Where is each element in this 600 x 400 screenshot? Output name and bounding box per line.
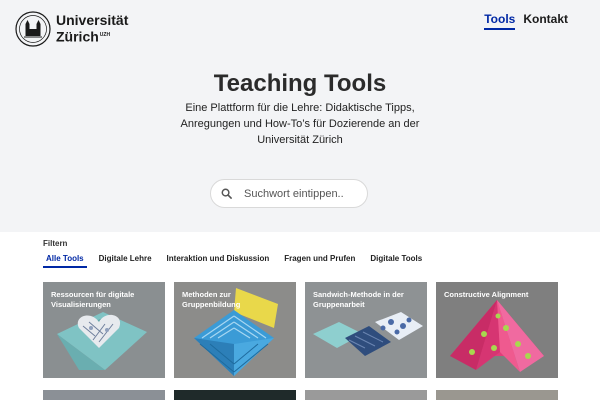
page-subtitle: Eine Plattform für die Lehre: Didaktisch…	[180, 102, 420, 146]
logo-superscript: UZH	[99, 32, 111, 39]
tool-card-constructive-alignment[interactable]: Constructive Alignment	[436, 282, 558, 378]
nav-kontakt[interactable]: Kontakt	[523, 12, 568, 30]
tool-card-row2-2[interactable]	[174, 390, 296, 400]
logo-wordmark: Universität ZürichUZH	[56, 13, 128, 45]
filter-digitale-lehre[interactable]: Digitale Lehre	[96, 254, 155, 268]
search-input[interactable]	[244, 187, 364, 200]
tool-cards-grid: Ressourcen für digitale Visualisierungen…	[43, 282, 558, 400]
card-title: Constructive Alignment	[444, 290, 529, 299]
nav-tools[interactable]: Tools	[484, 12, 516, 30]
uzh-seal-icon	[15, 11, 51, 47]
filter-tabs: Alle Tools Digitale Lehre Interaktion un…	[43, 254, 434, 268]
tool-card-visualisierungen[interactable]: Ressourcen für digitale Visualisierungen	[43, 282, 165, 378]
tool-card-sandwich-methode[interactable]: Sandwich-Methode in der Gruppenarbeit	[305, 282, 427, 378]
search-box[interactable]	[210, 179, 368, 208]
tool-card-row2-1[interactable]	[43, 390, 165, 400]
tool-card-gruppenbildung[interactable]: Methoden zur Gruppenbildung	[174, 282, 296, 378]
logo-line-2: Zürich	[56, 28, 99, 45]
main-nav: Tools Kontakt	[484, 12, 568, 30]
filter-label: Filtern	[43, 239, 68, 248]
filter-fragen-und-prufen[interactable]: Fragen und Prufen	[281, 254, 358, 268]
logo-line-1: Universität	[56, 12, 129, 29]
filter-digitale-tools[interactable]: Digitale Tools	[367, 254, 425, 268]
card-title: Methoden zur Gruppenbildung	[182, 290, 241, 309]
hero-section: Universität ZürichUZH Tools Kontakt Teac…	[0, 0, 600, 232]
card-title: Sandwich-Methode in der Gruppenarbeit	[313, 290, 404, 309]
card-title: Ressourcen für digitale Visualisierungen	[51, 290, 135, 309]
filter-interaktion-und-diskussion[interactable]: Interaktion und Diskussion	[164, 254, 273, 268]
uzh-logo[interactable]: Universität ZürichUZH	[15, 11, 128, 47]
tool-card-row2-3[interactable]	[305, 390, 427, 400]
filter-alle-tools[interactable]: Alle Tools	[43, 254, 87, 268]
page-title: Teaching Tools	[213, 70, 387, 97]
search-icon	[221, 188, 232, 199]
tool-card-row2-4[interactable]	[436, 390, 558, 400]
